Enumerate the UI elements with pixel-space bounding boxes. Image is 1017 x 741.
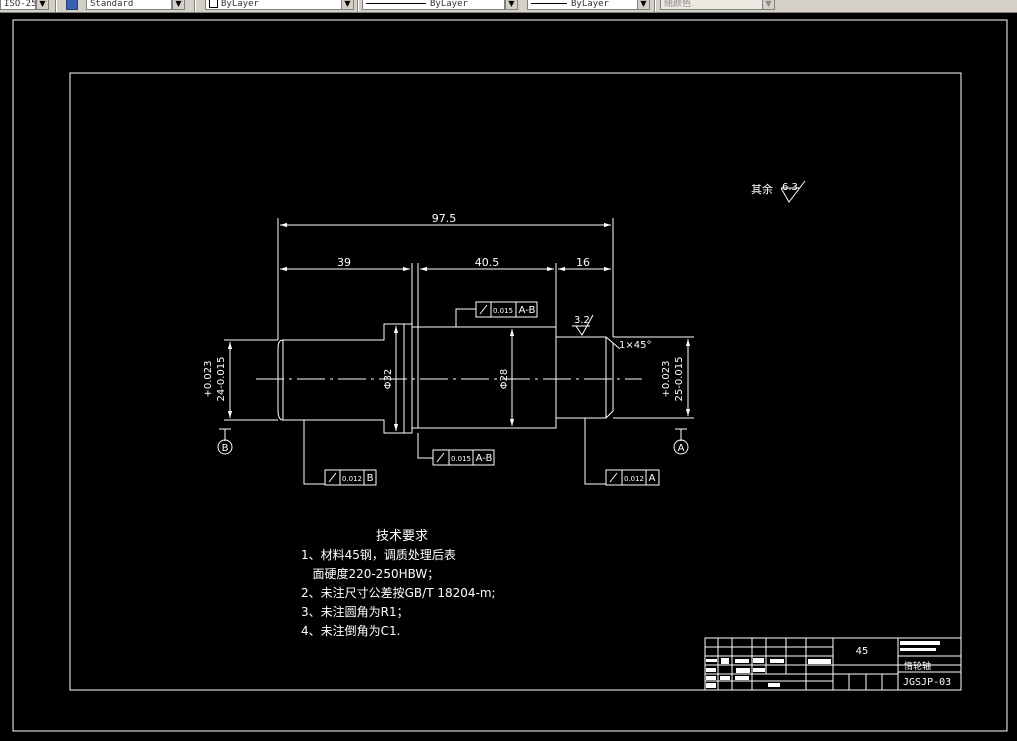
runout-left-datum: B bbox=[367, 473, 374, 484]
chamfer-label: 1×45° bbox=[619, 340, 651, 351]
roughness-rest-value: 6.3 bbox=[782, 182, 798, 193]
dim-right-dia: 25-0.015 bbox=[674, 357, 685, 402]
notes-line: 3、未注圆角为R1； bbox=[301, 604, 409, 619]
dimension-style-dropdown-arrow[interactable]: ▼ bbox=[36, 0, 49, 10]
drawing-canvas[interactable]: 97.5 39 40.5 16 +0.023 24-0.015 +0.023 2… bbox=[0, 13, 1017, 741]
dimension-style-combo[interactable]: ISO-25 bbox=[0, 0, 36, 10]
runout-left-value: 0.012 bbox=[342, 475, 362, 483]
runout-flange-value: 0.015 bbox=[451, 455, 471, 463]
text-style-dropdown-arrow[interactable]: ▼ bbox=[172, 0, 185, 10]
dim-right-dia-tolerance: +0.023 bbox=[661, 360, 672, 397]
color-combo-value: ByLayer bbox=[221, 0, 259, 9]
title-block-drawing-number: JGSJP-03 bbox=[903, 677, 951, 688]
title-block-part-name: 惰轮轴 bbox=[904, 660, 931, 672]
dim-left-dia: 24-0.015 bbox=[216, 357, 227, 402]
sheet-outer-border bbox=[12, 19, 1008, 732]
notes-line: 4、未注倒角为C1. bbox=[301, 623, 400, 638]
text-style-icon[interactable] bbox=[66, 0, 78, 10]
runout-right-datum: A bbox=[649, 473, 656, 484]
technical-notes: 技术要求 1、材料45钢，调质处理后表 面硬度220-250HBW； 2、未注尺… bbox=[301, 529, 496, 638]
runout-right-value: 0.012 bbox=[624, 475, 644, 483]
dim-left-length: 39 bbox=[337, 256, 351, 269]
title-block-material: 45 bbox=[856, 646, 869, 657]
linetype-combo[interactable]: ByLayer bbox=[362, 0, 505, 10]
lineweight-dropdown-arrow[interactable]: ▼ bbox=[637, 0, 650, 10]
color-dropdown-arrow[interactable]: ▼ bbox=[341, 0, 354, 10]
properties-toolbar: ISO-25 ▼ Standard ▼ ByLayer ▼ ByLayer ▼ … bbox=[0, 0, 1017, 13]
runout-top-value: 0.015 bbox=[493, 307, 513, 315]
dim-flange-dia: Φ32 bbox=[383, 369, 394, 390]
plot-style-dropdown-arrow[interactable]: ▼ bbox=[762, 0, 775, 10]
runout-frame-left bbox=[303, 420, 377, 486]
horizontal-dimensions bbox=[277, 218, 614, 340]
dim-middle-length: 40.5 bbox=[475, 256, 500, 269]
notes-line: 1、材料45钢，调质处理后表 bbox=[301, 548, 456, 562]
notes-title: 技术要求 bbox=[376, 529, 428, 544]
toolbar-separator bbox=[55, 0, 57, 12]
toolbar-separator bbox=[194, 0, 196, 12]
lineweight-preview-icon bbox=[531, 3, 567, 4]
notes-line: 2、未注尺寸公差按GB/T 18204-m; bbox=[301, 585, 496, 600]
toolbar-separator bbox=[357, 0, 359, 12]
lineweight-combo-value: ByLayer bbox=[571, 0, 609, 9]
datum-a-letter: A bbox=[678, 443, 685, 454]
dim-left-dia-tolerance: +0.023 bbox=[203, 360, 214, 397]
notes-line: 面硬度220-250HBW； bbox=[301, 566, 439, 581]
roughness-rest-label: 其余 bbox=[751, 182, 773, 196]
color-combo[interactable]: ByLayer bbox=[205, 0, 342, 10]
plot-style-combo[interactable]: 随颜色 bbox=[660, 0, 763, 10]
toolbar-separator bbox=[654, 0, 656, 12]
dim-overall-length: 97.5 bbox=[432, 212, 457, 225]
lineweight-combo[interactable]: ByLayer bbox=[527, 0, 638, 10]
color-swatch-icon bbox=[209, 0, 218, 8]
dim-middle-dia: Φ28 bbox=[499, 369, 510, 390]
linetype-preview-icon bbox=[366, 3, 426, 4]
datum-b-letter: B bbox=[222, 443, 229, 454]
roughness-local-value: 3.2 bbox=[574, 315, 590, 326]
runout-flange-datum: A-B bbox=[476, 453, 493, 464]
linetype-dropdown-arrow[interactable]: ▼ bbox=[505, 0, 518, 10]
linetype-combo-value: ByLayer bbox=[430, 0, 468, 9]
dim-right-length: 16 bbox=[576, 256, 590, 269]
runout-top-datum: A-B bbox=[519, 305, 536, 316]
text-style-combo[interactable]: Standard bbox=[86, 0, 172, 10]
